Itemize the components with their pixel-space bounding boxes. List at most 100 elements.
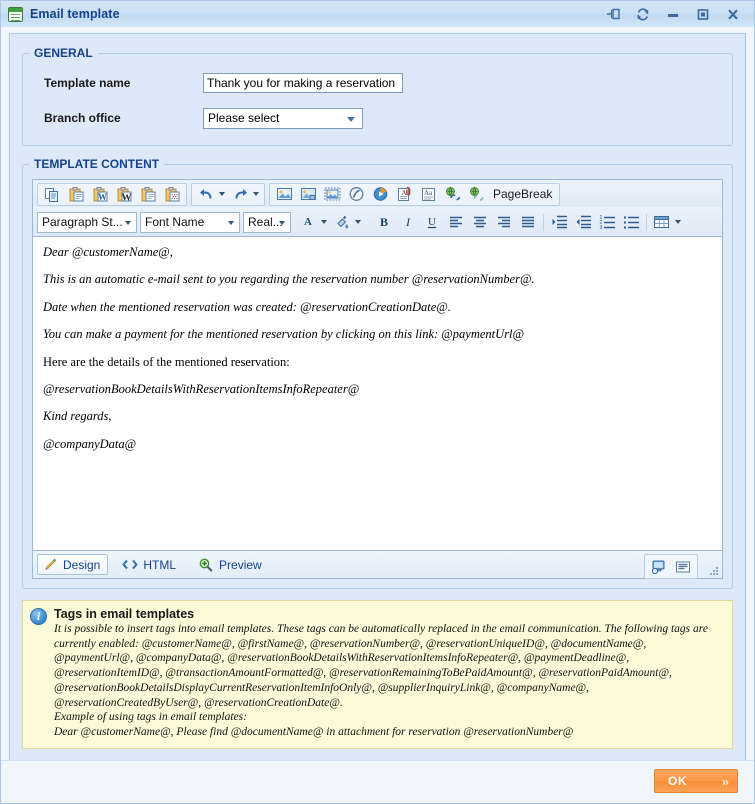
foreground-color-icon[interactable]: A bbox=[296, 212, 320, 233]
font-size-select[interactable]: Real... bbox=[243, 211, 291, 233]
bold-button[interactable]: B bbox=[372, 212, 396, 233]
template-content-section: TEMPLATE CONTENT W W A Aa PageBreak Para… bbox=[22, 157, 733, 589]
svg-text:I: I bbox=[405, 215, 411, 229]
redo-icon[interactable] bbox=[228, 184, 252, 205]
chevron-down-icon bbox=[279, 220, 285, 225]
foreground-color-dropdown-arrow[interactable] bbox=[321, 220, 327, 224]
editor-paragraph: @reservationBookDetailsWithReservationIt… bbox=[43, 381, 360, 396]
font-name-select[interactable]: Font Name bbox=[140, 211, 240, 233]
editor-paragraph: Here are the details of the mentioned re… bbox=[43, 354, 290, 369]
pin-window-button[interactable] bbox=[598, 2, 628, 26]
paste-icon[interactable] bbox=[64, 184, 88, 205]
svg-text:B: B bbox=[380, 215, 388, 229]
pagebreak-button[interactable]: PageBreak bbox=[488, 184, 557, 205]
undo-dropdown-arrow[interactable] bbox=[219, 192, 225, 196]
paste-from-word-icon[interactable]: W bbox=[88, 184, 112, 205]
font-name-value: Font Name bbox=[145, 215, 205, 229]
tags-info-line: It is possible to insert tags into email… bbox=[54, 623, 708, 709]
chevron-down-icon bbox=[228, 220, 234, 225]
minimize-button[interactable] bbox=[658, 2, 688, 26]
editor-paragraph: @companyData@ bbox=[43, 436, 137, 451]
tab-design[interactable]: Design bbox=[37, 554, 109, 575]
image-map-editor-icon[interactable] bbox=[320, 184, 344, 205]
chevron-down-icon bbox=[347, 116, 355, 122]
editor-paragraph: Date when the mentioned reservation was … bbox=[43, 299, 451, 314]
redo-dropdown-arrow[interactable] bbox=[253, 192, 259, 196]
branch-office-label: Branch office bbox=[44, 111, 121, 125]
template-name-row: Template name bbox=[33, 68, 722, 98]
align-justify-button[interactable] bbox=[516, 212, 540, 233]
image-manager-icon[interactable] bbox=[296, 184, 320, 205]
toolbar-divider bbox=[646, 213, 647, 231]
info-icon: i bbox=[30, 608, 47, 625]
tags-info-line: Dear @customerName@, Please find @docume… bbox=[54, 726, 574, 739]
document-manager-icon[interactable]: A bbox=[392, 184, 416, 205]
tab-design-label: Design bbox=[63, 557, 101, 572]
indent-button[interactable] bbox=[547, 212, 571, 233]
toolbar-divider bbox=[543, 213, 544, 231]
maximize-button[interactable] bbox=[688, 2, 718, 26]
tab-preview[interactable]: Preview bbox=[192, 554, 270, 575]
spellcheck-icon[interactable]: Aa bbox=[416, 184, 440, 205]
paste-from-word-clean-icon[interactable]: W bbox=[112, 184, 136, 205]
window-controls bbox=[598, 1, 748, 27]
bulleted-list-button[interactable] bbox=[619, 212, 643, 233]
editor-paragraph: This is an automatic e-mail sent to you … bbox=[43, 272, 535, 287]
flash-manager-icon[interactable] bbox=[344, 184, 368, 205]
paste-special-icon[interactable] bbox=[160, 184, 184, 205]
undo-redo-toolgroup bbox=[191, 182, 265, 206]
email-template-window: Email template GENERAL Template name Tha… bbox=[0, 0, 755, 804]
align-left-button[interactable] bbox=[444, 212, 468, 233]
editor-content-area[interactable]: Dear @customerName@, This is an automati… bbox=[33, 236, 722, 550]
code-brackets-icon bbox=[122, 558, 138, 571]
general-legend: GENERAL bbox=[34, 46, 93, 60]
ok-button[interactable]: OK » bbox=[654, 769, 738, 793]
tab-html[interactable]: HTML bbox=[116, 554, 184, 575]
close-button[interactable] bbox=[718, 2, 748, 26]
window-titlebar: Email template bbox=[1, 1, 754, 28]
media-manager-icon[interactable] bbox=[368, 184, 392, 205]
window-title: Email template bbox=[30, 7, 120, 21]
undo-icon[interactable] bbox=[194, 184, 218, 205]
svg-text:U: U bbox=[428, 216, 436, 228]
magnifier-plus-icon bbox=[198, 558, 214, 572]
insert-table-dropdown-arrow[interactable] bbox=[675, 220, 681, 224]
pencil-icon bbox=[43, 558, 58, 572]
tab-html-label: HTML bbox=[143, 557, 177, 572]
template-name-input[interactable] bbox=[203, 73, 403, 93]
insert-link-icon[interactable] bbox=[440, 184, 464, 205]
svg-text:3: 3 bbox=[599, 225, 602, 230]
tags-info-title: Tags in email templates bbox=[54, 607, 195, 621]
editor-toolbar-row-1: W W A Aa PageBreak bbox=[33, 180, 722, 207]
statistics-icon[interactable] bbox=[671, 556, 695, 577]
refresh-button[interactable] bbox=[628, 2, 658, 26]
align-center-button[interactable] bbox=[468, 212, 492, 233]
rich-text-editor: W W A Aa PageBreak Paragraph St... Font … bbox=[32, 179, 723, 579]
module-manager-icon[interactable] bbox=[647, 556, 671, 577]
paste-plain-text-icon[interactable] bbox=[136, 184, 160, 205]
insert-image-icon[interactable] bbox=[272, 184, 296, 205]
numbered-list-button[interactable]: 1 2 3 bbox=[595, 212, 619, 233]
editor-paragraph: Dear @customerName@, bbox=[43, 245, 173, 259]
background-color-dropdown-arrow[interactable] bbox=[355, 220, 361, 224]
align-right-button[interactable] bbox=[492, 212, 516, 233]
background-color-icon[interactable] bbox=[330, 212, 354, 233]
svg-text:W: W bbox=[98, 192, 107, 202]
insert-table-icon[interactable] bbox=[650, 212, 674, 233]
outdent-button[interactable] bbox=[571, 212, 595, 233]
editor-resize-handle[interactable] bbox=[708, 565, 718, 575]
chevron-right-icon: » bbox=[721, 774, 729, 789]
copy-icon[interactable] bbox=[40, 184, 64, 205]
paragraph-style-select[interactable]: Paragraph St... bbox=[37, 211, 137, 233]
underline-button[interactable]: U bbox=[420, 212, 444, 233]
italic-button[interactable]: I bbox=[396, 212, 420, 233]
font-size-value: Real... bbox=[248, 215, 283, 229]
tags-info-box: i Tags in email templates It is possible… bbox=[22, 600, 733, 749]
paragraph-style-value: Paragraph St... bbox=[42, 215, 123, 229]
branch-office-select[interactable]: Please select bbox=[203, 107, 363, 129]
template-content-legend: TEMPLATE CONTENT bbox=[34, 157, 160, 171]
remove-link-icon[interactable] bbox=[464, 184, 488, 205]
insert-toolgroup: A Aa PageBreak bbox=[269, 182, 561, 206]
general-section: GENERAL Template name Branch office Plea… bbox=[22, 46, 733, 146]
format-toolgroup: B I U 1 2 3 bbox=[370, 211, 686, 234]
